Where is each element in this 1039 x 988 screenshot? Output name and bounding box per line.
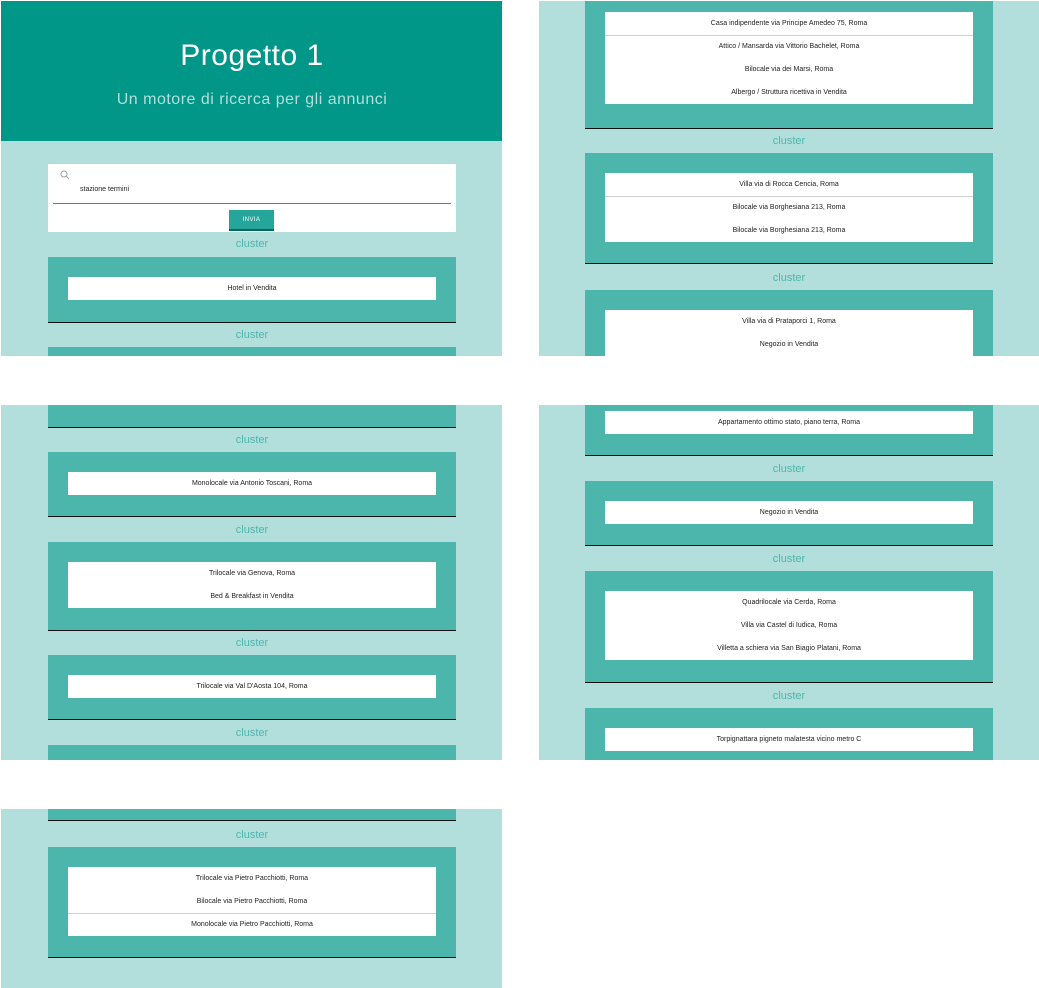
submit-button[interactable]: INVIA [229,210,274,229]
result-item[interactable]: Bilocale via Pietro Pacchiotti, Roma [68,890,436,913]
result-item[interactable]: Casa indipendente via Principe Amedeo 75… [605,12,973,35]
result-list: Casa indipendente via Principe Amedeo 75… [605,12,973,104]
cluster-heading: cluster [235,434,269,446]
cluster-heading: cluster [235,829,269,841]
result-list: Negozio in Vendita [605,501,973,524]
cluster-heading: cluster [235,238,269,250]
cluster-block: Quadrilocale via Cerda, Roma Villa via C… [585,571,993,683]
result-item[interactable]: Monolocale via Antonio Toscani, Roma [68,472,436,495]
result-list: Villa via di Rocca Cencia, Roma Bilocale… [605,173,973,242]
result-item[interactable]: Attico / Mansarda via Vittorio Bachelet,… [605,35,973,58]
cluster-block: Villa via di Prataporci 1, Roma Negozio … [585,290,993,356]
cluster-heading: cluster [235,524,269,536]
cluster-block: Trilocale via Val D'Aosta 104, Roma [48,655,456,720]
result-item[interactable]: Trilocale via Pietro Pacchiotti, Roma [68,867,436,890]
cluster-heading: cluster [772,135,806,147]
result-item[interactable]: Albergo / Struttura ricettiva in Vendita [605,81,973,104]
cluster-heading: cluster [235,637,269,649]
cluster-heading: cluster [772,553,806,565]
result-item[interactable]: Appartamento ottimo stato, piano terra, … [605,411,973,434]
result-list: Trilocale via Pietro Pacchiotti, Roma Bi… [68,867,436,936]
cluster-heading: cluster [235,329,269,341]
cluster-block [48,347,456,356]
search-card: stazione termini INVIA [48,164,456,232]
result-item[interactable]: Trilocale via Genova, Roma [68,562,436,585]
screenshot-panel-5: cluster Trilocale via Pietro Pacchiotti,… [1,809,502,988]
cluster-heading: cluster [772,463,806,475]
result-item[interactable]: Villa via di Prataporci 1, Roma [605,310,973,333]
screenshot-panel-2: Casa indipendente via Principe Amedeo 75… [539,1,1039,356]
result-item[interactable]: Bed & Breakfast in Vendita [68,585,436,608]
cluster-heading: cluster [235,727,269,739]
cluster-block: Hotel in Vendita [48,257,456,323]
result-item[interactable]: Negozio in Vendita [605,501,973,524]
cluster-heading: cluster [772,690,806,702]
result-item[interactable]: Quadrilocale via Cerda, Roma [605,591,973,614]
cluster-block [48,405,456,428]
screenshot-panel-4: Appartamento ottimo stato, piano terra, … [539,405,1039,760]
screenshot-panel-1: Progetto 1 Un motore di ricerca per gli … [1,1,502,356]
result-list: Quadrilocale via Cerda, Roma Villa via C… [605,591,973,660]
result-item[interactable]: Monolocale via Pietro Pacchiotti, Roma [68,913,436,936]
result-list: Trilocale via Val D'Aosta 104, Roma [68,675,436,698]
result-item[interactable]: Hotel in Vendita [68,277,436,300]
page-title: Progetto 1 [180,39,324,72]
search-icon [60,170,70,180]
cluster-block: Villa via di Rocca Cencia, Roma Bilocale… [585,153,993,264]
result-item[interactable]: Villa via di Rocca Cencia, Roma [605,173,973,196]
cluster-block [48,809,456,821]
result-item[interactable]: Torpignattara pigneto malatesta vicino m… [605,728,973,751]
cluster-block: Casa indipendente via Principe Amedeo 75… [585,1,993,129]
cluster-block: Negozio in Vendita [585,481,993,546]
result-item[interactable]: Trilocale via Val D'Aosta 104, Roma [68,675,436,698]
search-input-underline [53,203,451,204]
result-item[interactable]: Bilocale via Borghesiana 213, Roma [605,219,973,242]
result-item[interactable]: Bilocale via dei Marsi, Roma [605,58,973,81]
page-subtitle: Un motore di ricerca per gli annunci [116,91,388,108]
result-list: Torpignattara pigneto malatesta vicino m… [605,728,973,751]
result-list: Hotel in Vendita [68,277,436,300]
screenshot-panel-3: cluster Monolocale via Antonio Toscani, … [1,405,502,760]
cluster-block [48,745,456,760]
result-item[interactable]: Villetta a schiera via San Biagio Platan… [605,637,973,660]
result-list: Villa via di Prataporci 1, Roma Negozio … [605,310,973,356]
result-list: Trilocale via Genova, Roma Bed & Breakfa… [68,562,436,608]
search-input[interactable]: stazione termini [80,186,129,193]
result-item[interactable]: Villa via Castel di Iudica, Roma [605,614,973,637]
cluster-block: Trilocale via Pietro Pacchiotti, Roma Bi… [48,847,456,958]
result-list: Monolocale via Antonio Toscani, Roma [68,472,436,495]
cluster-block: Trilocale via Genova, Roma Bed & Breakfa… [48,542,456,631]
page-header: Progetto 1 Un motore di ricerca per gli … [1,1,502,141]
cluster-block: Torpignattara pigneto malatesta vicino m… [585,708,993,760]
cluster-heading: cluster [772,272,806,284]
cluster-block: Monolocale via Antonio Toscani, Roma [48,452,456,517]
cluster-block: Appartamento ottimo stato, piano terra, … [585,405,993,456]
result-list: Appartamento ottimo stato, piano terra, … [605,411,973,434]
result-item[interactable]: Bilocale via Borghesiana 213, Roma [605,196,973,219]
result-item[interactable]: Negozio in Vendita [605,333,973,356]
